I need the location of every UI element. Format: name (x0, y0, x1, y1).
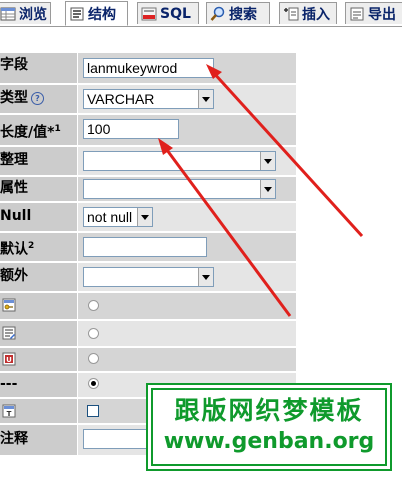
unique-icon: U (2, 352, 16, 366)
row-type: 类型? VARCHAR (0, 85, 296, 113)
default-input[interactable] (83, 237, 207, 257)
export-icon (350, 7, 364, 20)
row-length: 长度/值*1 100 (0, 115, 296, 145)
field-label: 字段 (0, 53, 78, 83)
help-icon[interactable]: ? (31, 91, 44, 105)
extra-label: 额外 (0, 263, 78, 291)
tab-insert-label: 插入 (302, 6, 330, 23)
collation-select[interactable] (83, 151, 276, 171)
browse-icon (0, 7, 16, 20)
row-primary-key (0, 293, 296, 319)
tab-search[interactable]: 搜索 (206, 2, 270, 24)
null-select[interactable]: not null (83, 207, 153, 227)
no-index-label: --- (0, 373, 78, 397)
primary-key-label-cell (0, 293, 78, 319)
extra-select[interactable] (83, 267, 214, 287)
fulltext-label-cell: T (0, 399, 78, 423)
default-label: 默认 (0, 241, 28, 258)
fulltext-icon: T (2, 404, 16, 418)
sql-icon (141, 7, 157, 20)
tab-sql-label: SQL (160, 5, 191, 22)
index-label-cell (0, 321, 78, 346)
no-index-radio[interactable] (88, 378, 99, 389)
unique-label-cell: U (0, 348, 78, 371)
primary-key-radio[interactable] (88, 300, 99, 311)
tab-export-label: 导出 (368, 6, 396, 23)
chevron-down-icon (198, 268, 213, 286)
default-label-cell: 默认2 (0, 233, 78, 261)
type-select-value: VARCHAR (87, 91, 155, 107)
watermark-url: www.genban.org (163, 429, 375, 454)
row-default: 默认2 (0, 233, 296, 261)
svg-text:U: U (6, 356, 12, 364)
null-select-value: not null (87, 209, 133, 225)
chevron-down-icon (137, 208, 152, 226)
attributes-value-cell (80, 177, 296, 201)
fulltext-checkbox[interactable] (87, 405, 99, 417)
row-collation: 整理 (0, 147, 296, 175)
watermark-logo: 跟版网织梦模板 www.genban.org (146, 383, 392, 471)
tab-sql[interactable]: SQL (137, 2, 199, 24)
null-value-cell: not null (80, 203, 296, 231)
row-attributes: 属性 (0, 177, 296, 201)
tab-search-label: 搜索 (229, 6, 257, 23)
null-label: Null (0, 203, 78, 231)
length-input[interactable]: 100 (83, 119, 179, 139)
collation-value-cell (80, 147, 296, 175)
row-extra: 额外 (0, 263, 296, 291)
length-label-cell: 长度/值*1 (0, 115, 78, 145)
index-icon (2, 326, 16, 340)
tab-export[interactable]: 导出 (345, 2, 402, 24)
unique-radio[interactable] (88, 353, 99, 364)
field-value-cell: lanmukeywrod (80, 53, 296, 83)
chevron-down-icon (260, 152, 275, 170)
tab-structure[interactable]: 结构 (65, 1, 128, 26)
tab-structure-label: 结构 (88, 6, 116, 23)
default-value-cell (80, 233, 296, 261)
svg-text:T: T (7, 410, 12, 418)
type-value-cell: VARCHAR (80, 85, 296, 113)
row-field: 字段 lanmukeywrod (0, 53, 296, 83)
chevron-down-icon (260, 180, 275, 198)
watermark-title: 跟版网织梦模板 (174, 396, 364, 425)
default-footnote: 2 (28, 241, 35, 251)
primary-key-icon (2, 298, 16, 312)
insert-icon (284, 7, 299, 20)
length-value-cell: 100 (80, 115, 296, 145)
row-unique: U (0, 348, 296, 371)
type-select[interactable]: VARCHAR (83, 89, 214, 109)
index-radio[interactable] (88, 328, 99, 339)
length-footnote: 1 (54, 124, 61, 134)
phpmyadmin-field-editor: 浏览 结构 SQL 搜索 插入 导出 字段 lanmukeywrod 类型 ? … (0, 0, 402, 481)
row-index (0, 321, 296, 346)
tab-bar: 浏览 结构 SQL 搜索 插入 导出 (0, 0, 402, 27)
collation-label: 整理 (0, 147, 78, 175)
type-label-cell: 类型? (0, 85, 78, 113)
length-label: 长度/值* (0, 124, 55, 141)
tab-insert[interactable]: 插入 (279, 2, 337, 24)
comment-label: 注释 (0, 425, 78, 455)
row-null: Null not null (0, 203, 296, 231)
chevron-down-icon (198, 90, 213, 108)
extra-value-cell (80, 263, 296, 291)
tab-browse-label: 浏览 (19, 6, 47, 23)
search-icon (210, 6, 225, 21)
type-label: 类型 (0, 90, 28, 106)
attributes-select[interactable] (83, 179, 276, 199)
structure-icon (70, 7, 84, 20)
attributes-label: 属性 (0, 177, 78, 201)
tab-browse[interactable]: 浏览 (0, 2, 51, 24)
field-name-input[interactable]: lanmukeywrod (83, 58, 214, 78)
